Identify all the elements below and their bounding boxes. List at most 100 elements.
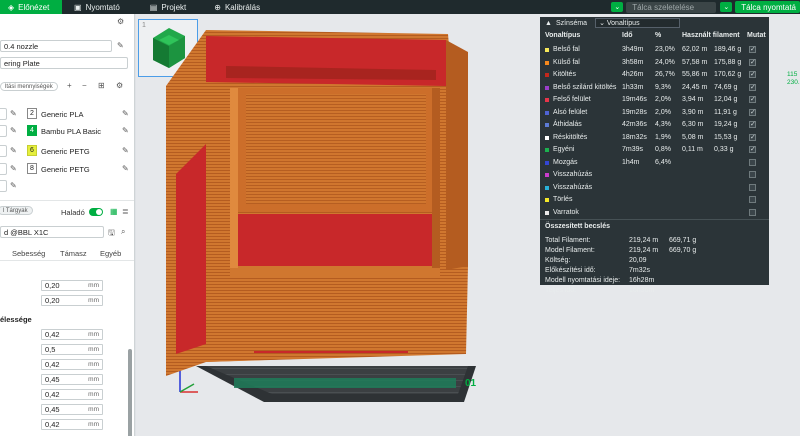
edit-icon[interactable]: ✎ bbox=[10, 146, 17, 155]
edit-icon[interactable]: ✎ bbox=[122, 109, 129, 118]
edit-icon[interactable]: ✎ bbox=[122, 146, 129, 155]
show-checkbox[interactable] bbox=[749, 158, 756, 166]
legend-row-name: Varratok bbox=[553, 208, 579, 216]
left-panel-scrollbar[interactable] bbox=[128, 349, 132, 436]
collapse-icon[interactable]: ▲ bbox=[545, 20, 552, 27]
show-checkbox[interactable] bbox=[749, 171, 756, 178]
plus-icon[interactable]: + bbox=[67, 81, 72, 90]
summary-value: 20,09 bbox=[629, 257, 647, 264]
filament-slot-left-4[interactable] bbox=[0, 163, 7, 175]
show-checkbox[interactable] bbox=[749, 58, 756, 66]
summary-row: Költség: 20,09 bbox=[545, 256, 765, 266]
filament-slot-left-5[interactable] bbox=[0, 180, 7, 192]
line-width-field[interactable]: 0,42 mm bbox=[41, 359, 103, 370]
print-dropdown-button[interactable]: ⌄ bbox=[720, 2, 733, 12]
legend-row-weight: 175,88 g bbox=[714, 58, 742, 66]
show-checkbox[interactable] bbox=[749, 108, 756, 116]
filament-slot-left-2[interactable] bbox=[0, 125, 7, 137]
gear-icon[interactable]: ⚙ bbox=[116, 81, 123, 90]
edit-icon[interactable]: ✎ bbox=[10, 181, 17, 190]
subtab-other[interactable]: Egyéb bbox=[100, 249, 121, 258]
minus-icon[interactable]: − bbox=[82, 81, 87, 90]
legend-row: Törlés bbox=[540, 194, 769, 205]
color-swatch bbox=[545, 185, 549, 190]
line-width-field[interactable]: 0,42 mm bbox=[41, 419, 103, 430]
filament-slot-name[interactable]: Bambu PLA Basic bbox=[41, 127, 101, 136]
material-pill[interactable]: ltási mennyiségek bbox=[0, 82, 58, 91]
show-checkbox[interactable] bbox=[749, 95, 756, 103]
legend-row-percent: 2,0% bbox=[655, 96, 671, 103]
tab-preview[interactable]: ◈ Előnézet bbox=[0, 0, 62, 14]
show-checkbox[interactable] bbox=[749, 196, 756, 203]
column-line-type: Vonaltípus bbox=[545, 32, 581, 39]
filament-slot-name[interactable]: Generic PETG bbox=[41, 147, 90, 156]
objects-tab[interactable]: l Tárgyak bbox=[0, 206, 33, 215]
tab-project[interactable]: ▤ Projekt bbox=[142, 0, 194, 14]
unit-mm: mm bbox=[88, 406, 99, 413]
legend-row: Visszahúzás bbox=[540, 169, 769, 180]
subtab-speed[interactable]: Sebesség bbox=[12, 249, 45, 258]
advanced-toggle[interactable] bbox=[89, 208, 103, 216]
show-checkbox[interactable] bbox=[749, 83, 756, 91]
show-checkbox[interactable] bbox=[749, 120, 756, 128]
legend-row-name: Egyéni bbox=[553, 146, 575, 153]
legend-row-percent: 0,8% bbox=[655, 146, 671, 153]
summary-label: Model Filament: bbox=[545, 247, 595, 254]
show-checkbox[interactable] bbox=[749, 70, 756, 78]
filament-slot-left-3[interactable] bbox=[0, 145, 7, 157]
gear-icon[interactable]: ⚙ bbox=[117, 17, 124, 26]
nozzle-select[interactable]: 0.4 nozzle bbox=[0, 40, 112, 52]
filament-slot-left-1[interactable] bbox=[0, 108, 7, 120]
process-preset-select[interactable]: d @BBL X1C bbox=[0, 226, 104, 238]
show-checkbox[interactable] bbox=[749, 45, 756, 53]
summary-label: Modell nyomtatási ideje: bbox=[545, 277, 621, 284]
slice-dropdown-button[interactable]: ⌄ bbox=[611, 2, 624, 12]
line-width-field[interactable]: 0,42 mm bbox=[41, 389, 103, 400]
slice-plate-button[interactable]: Tálca szeletelése bbox=[626, 1, 717, 13]
legend-row-length: 24,45 m bbox=[682, 83, 708, 91]
first-layer-height-field[interactable]: 0,20 mm bbox=[41, 295, 103, 306]
legend-row-weight: 170,62 g bbox=[714, 71, 742, 78]
legend-row-name: Kitöltés bbox=[553, 71, 576, 78]
unit-mm: mm bbox=[88, 361, 99, 368]
legend-row-name: Belső szilárd kitöltés bbox=[553, 83, 617, 91]
edit-icon[interactable]: ✎ bbox=[122, 126, 129, 135]
line-width-field[interactable]: 0,5 mm bbox=[41, 344, 103, 355]
show-checkbox[interactable] bbox=[749, 145, 756, 153]
grid-icon[interactable]: ⊞ bbox=[98, 81, 105, 90]
line-width-field[interactable]: 0,42 mm bbox=[41, 329, 103, 340]
legend-columns: Vonaltípus Idő % Használt filament Mutat bbox=[540, 32, 769, 42]
filament-slot-name[interactable]: Generic PLA bbox=[41, 110, 84, 119]
edit-icon[interactable]: ✎ bbox=[122, 164, 129, 173]
edit-icon[interactable]: ✎ bbox=[10, 109, 17, 118]
subtab-support[interactable]: Támasz bbox=[60, 249, 87, 258]
line-width-field[interactable]: 0,45 mm bbox=[41, 404, 103, 415]
print-plate-button[interactable]: Tálca nyomtatá bbox=[735, 1, 800, 13]
summary-label: Total Filament: bbox=[545, 237, 591, 244]
line-type-select[interactable]: ⌄ Vonaltípus bbox=[595, 18, 681, 28]
legend-row-weight: 74,69 g bbox=[714, 83, 738, 91]
legend-row-weight: 15,53 g bbox=[714, 133, 738, 141]
line-width-field[interactable]: 0,45 mm bbox=[41, 374, 103, 385]
legend-row-time: 19m46s bbox=[622, 96, 647, 103]
tab-printer-label: Nyomtató bbox=[85, 2, 120, 12]
compare-icon[interactable]: ▦ bbox=[110, 207, 118, 216]
color-swatch bbox=[545, 210, 549, 215]
layer-height-field[interactable]: 0,20 mm bbox=[41, 280, 103, 291]
edit-icon[interactable]: ✎ bbox=[10, 164, 17, 173]
search-icon[interactable]: ⌕ bbox=[121, 227, 125, 237]
legend-row-length: 5,08 m bbox=[682, 133, 704, 141]
filament-slot-number: 2 bbox=[27, 108, 37, 119]
edit-icon[interactable]: ✎ bbox=[10, 126, 17, 135]
save-icon[interactable]: 🖫 bbox=[108, 227, 115, 241]
legend-row: Mozgás 1h4m 6,4% bbox=[540, 157, 769, 168]
filament-slot-name[interactable]: Generic PETG bbox=[41, 165, 90, 174]
tab-printer[interactable]: ▣ Nyomtató bbox=[66, 0, 128, 14]
plate-select[interactable]: ering Plate bbox=[0, 57, 128, 69]
show-checkbox[interactable] bbox=[749, 208, 756, 216]
list-icon[interactable]: ≣ bbox=[122, 207, 129, 216]
edit-icon[interactable]: ✎ bbox=[117, 41, 124, 50]
show-checkbox[interactable] bbox=[749, 183, 756, 191]
show-checkbox[interactable] bbox=[749, 133, 756, 141]
tab-calibration[interactable]: ⊕ Kalibrálás bbox=[206, 0, 268, 14]
